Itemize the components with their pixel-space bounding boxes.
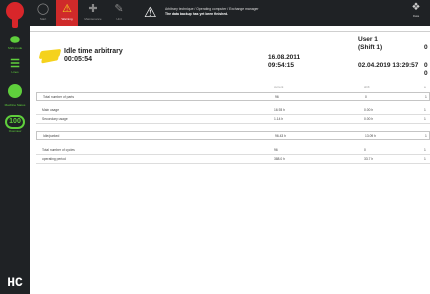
row-label: Total number of parts bbox=[43, 95, 74, 99]
column-line: 09:54:15 bbox=[268, 62, 295, 69]
row-value-extra: 1 bbox=[424, 157, 426, 161]
overview-icon: 100 bbox=[5, 115, 25, 129]
brand-logo: HC bbox=[7, 275, 23, 290]
status-light-icon[interactable] bbox=[3, 2, 27, 30]
row-label: Idle/parked bbox=[43, 134, 60, 138]
sidebar-item-lines[interactable]: ☰ Lines bbox=[2, 58, 28, 74]
row-value-extra: 1 bbox=[424, 117, 426, 121]
divider bbox=[30, 31, 430, 32]
row-value-current: 96 bbox=[274, 148, 278, 152]
row-label: operating period bbox=[42, 157, 66, 161]
column-line: 16.08.2011 bbox=[268, 54, 301, 61]
row-value-shift: 0.00 h bbox=[364, 108, 374, 112]
table-row: Total number of cycles 96 0 1 bbox=[36, 146, 430, 155]
warning-message: Arbitrary technique / Operating computer… bbox=[165, 7, 258, 17]
data-button[interactable]: ❖ Data bbox=[406, 2, 426, 19]
start-icon: ◯ bbox=[36, 3, 50, 15]
warning-button[interactable]: ⚠ Warning bbox=[56, 0, 78, 26]
sidebar-item-machine-status[interactable]: Machine Status bbox=[2, 84, 28, 107]
column-header-user: User 1 (Shift 1) 02.04.2019 13:29:57 bbox=[358, 36, 418, 70]
report-panel: Idle time arbitrary 00:05:54 16.08.2011 … bbox=[30, 26, 430, 294]
table-row: Secondary usage 1.14 h 0.00 h 1 bbox=[36, 115, 430, 124]
shift-mode-icon: ⬬ bbox=[10, 34, 20, 46]
data-label: Data bbox=[412, 14, 420, 18]
maintenance-label: Maintenance bbox=[84, 17, 102, 21]
column-line: 02.04.2019 13:29:57 bbox=[358, 62, 419, 69]
column-line: (Shift 1) bbox=[358, 44, 383, 51]
left-sidebar: ⬬ Shift mode ☰ Lines Machine Status 100 … bbox=[0, 0, 30, 294]
row-label: Main usage bbox=[42, 108, 60, 112]
sidebar-item-label: Shift mode bbox=[7, 46, 23, 50]
row-value-extra: 1 bbox=[424, 148, 426, 152]
sidebar-item-label: Machine Status bbox=[4, 103, 26, 107]
row-value-current: 16.93 h bbox=[274, 108, 285, 112]
column-header-extra: 0 0 0 bbox=[424, 44, 428, 78]
column-line: 0 bbox=[424, 70, 428, 77]
row-value-current: 388.0 h bbox=[274, 157, 285, 161]
column-subheader: a bbox=[424, 85, 426, 89]
sidebar-item-shift-mode[interactable]: ⬬ Shift mode bbox=[2, 34, 28, 50]
maintenance-button[interactable]: ✚ Maintenance bbox=[82, 0, 104, 26]
idle-time-value: 00:05:54 bbox=[64, 56, 93, 63]
unit-button[interactable]: ✎ Unit bbox=[108, 0, 130, 26]
maintenance-icon: ✚ bbox=[88, 3, 98, 15]
lines-icon: ☰ bbox=[10, 58, 20, 70]
row-value-current: 96 bbox=[275, 95, 279, 99]
column-header-current: 16.08.2011 09:54:15 bbox=[268, 46, 300, 70]
row-value-extra: 1 bbox=[425, 134, 427, 138]
row-value-extra: 1 bbox=[425, 95, 427, 99]
sidebar-item-overview[interactable]: 100 Overview bbox=[2, 110, 28, 133]
table-row: Idle/parked 96.43 h 13.09 h 1 bbox=[36, 131, 430, 140]
row-value-current: 96.43 h bbox=[275, 134, 286, 138]
alert-triangle-icon: ⚠ bbox=[144, 4, 157, 20]
sidebar-item-label: Lines bbox=[11, 70, 19, 74]
row-value-shift: 33.7 h bbox=[364, 157, 374, 161]
row-value-current: 1.14 h bbox=[274, 117, 284, 121]
unit-icon: ✎ bbox=[114, 3, 124, 15]
table-row: Total number of parts 96 0 1 bbox=[36, 92, 430, 101]
start-label: Start bbox=[39, 17, 47, 21]
column-line: 0 bbox=[424, 44, 428, 51]
unit-label: Unit bbox=[116, 17, 122, 21]
warning-message-text: The data backup has yet been finished. bbox=[165, 12, 229, 16]
warning-icon: ⚠ bbox=[62, 3, 72, 15]
row-label: Secondary usage bbox=[42, 117, 68, 121]
column-subheader: shift bbox=[364, 85, 370, 89]
row-value-extra: 1 bbox=[424, 108, 426, 112]
idle-time-label: Idle time arbitrary bbox=[64, 48, 123, 55]
warning-label: Warning bbox=[61, 17, 73, 21]
column-line: 0 bbox=[424, 62, 428, 69]
row-value-shift: 0 bbox=[364, 148, 366, 152]
machine-status-icon bbox=[8, 84, 22, 98]
row-value-shift: 13.09 h bbox=[365, 134, 376, 138]
row-value-shift: 0.00 h bbox=[364, 117, 374, 121]
table-row: Main usage 16.93 h 0.00 h 1 bbox=[36, 106, 430, 115]
row-label: Total number of cycles bbox=[42, 148, 75, 152]
sidebar-item-label: Overview bbox=[8, 129, 22, 133]
column-subheader: current bbox=[274, 85, 284, 89]
top-toolbar: ◯ Start ⚠ Warning ✚ Maintenance ✎ Unit ⚠… bbox=[30, 0, 430, 26]
column-line: User 1 bbox=[358, 36, 378, 43]
row-value-shift: 0 bbox=[365, 95, 367, 99]
data-icon: ❖ bbox=[411, 2, 421, 13]
start-button[interactable]: ◯ Start bbox=[32, 0, 54, 26]
table-row: operating period 388.0 h 33.7 h 1 bbox=[36, 155, 430, 164]
